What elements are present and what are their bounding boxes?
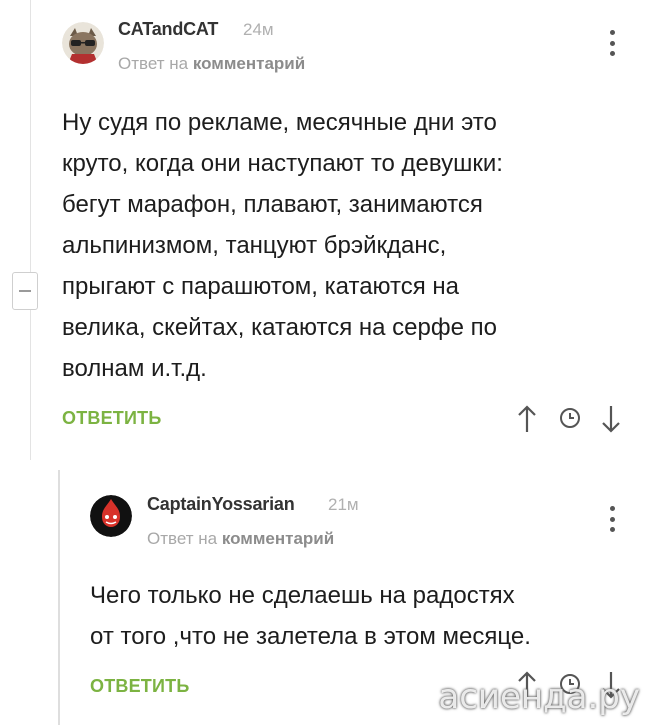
timestamp: 21м	[328, 495, 359, 514]
avatar[interactable]	[90, 495, 132, 537]
clock-icon[interactable]	[558, 406, 582, 430]
username[interactable]: CaptainYossarian	[147, 494, 295, 515]
reply-button[interactable]: ОТВЕТИТЬ	[90, 676, 189, 697]
reply-to-link[interactable]: комментарий	[222, 529, 334, 548]
thread-line	[30, 0, 31, 460]
reply-to-prefix: Ответ на	[118, 54, 189, 73]
reply-to: Ответ на комментарий	[147, 529, 334, 549]
comment-text: Чего только не сделаешь на радостях от т…	[90, 575, 531, 657]
reply-to-link[interactable]: комментарий	[193, 54, 305, 73]
comment-line: от того ,что не залетела в этом месяце.	[90, 623, 531, 650]
username[interactable]: CATandCAT	[118, 19, 218, 40]
comment-line: Чего только не сделаешь на радостях	[90, 582, 515, 609]
avatar[interactable]	[62, 22, 104, 64]
comment-line: бегут марафон, плавают, занимаются	[62, 191, 483, 218]
thread-line	[58, 470, 60, 725]
timestamp: 24м	[243, 20, 274, 39]
more-vert-icon[interactable]	[608, 30, 616, 56]
comment-line: волнам и.т.д.	[62, 355, 207, 382]
more-vert-icon[interactable]	[608, 506, 616, 532]
reply-to-prefix: Ответ на	[147, 529, 218, 548]
reply-to: Ответ на комментарий	[118, 54, 305, 74]
vote-up-icon[interactable]	[516, 404, 538, 434]
vote-down-icon[interactable]	[600, 404, 622, 434]
collapse-icon[interactable]	[12, 272, 38, 310]
comment-line: круто, когда они наступают то девушки:	[62, 150, 503, 177]
comment-line: велика, скейтах, катаются на серфе по	[62, 314, 497, 341]
comment-line: прыгают с парашютом, катаются на	[62, 273, 460, 300]
comment-1: CATandCAT 24м Ответ на комментарий Ну су…	[0, 0, 650, 460]
comment-line: Ну судя по рекламе, месячные дни это	[62, 109, 497, 136]
comment-line: альпинизмом, танцуют брэйкданс,	[62, 232, 447, 259]
watermark: асиенда.ру	[438, 677, 640, 717]
reply-button[interactable]: ОТВЕТИТЬ	[62, 408, 161, 429]
comment-text: Ну судя по рекламе, месячные дни это кру…	[62, 102, 503, 389]
